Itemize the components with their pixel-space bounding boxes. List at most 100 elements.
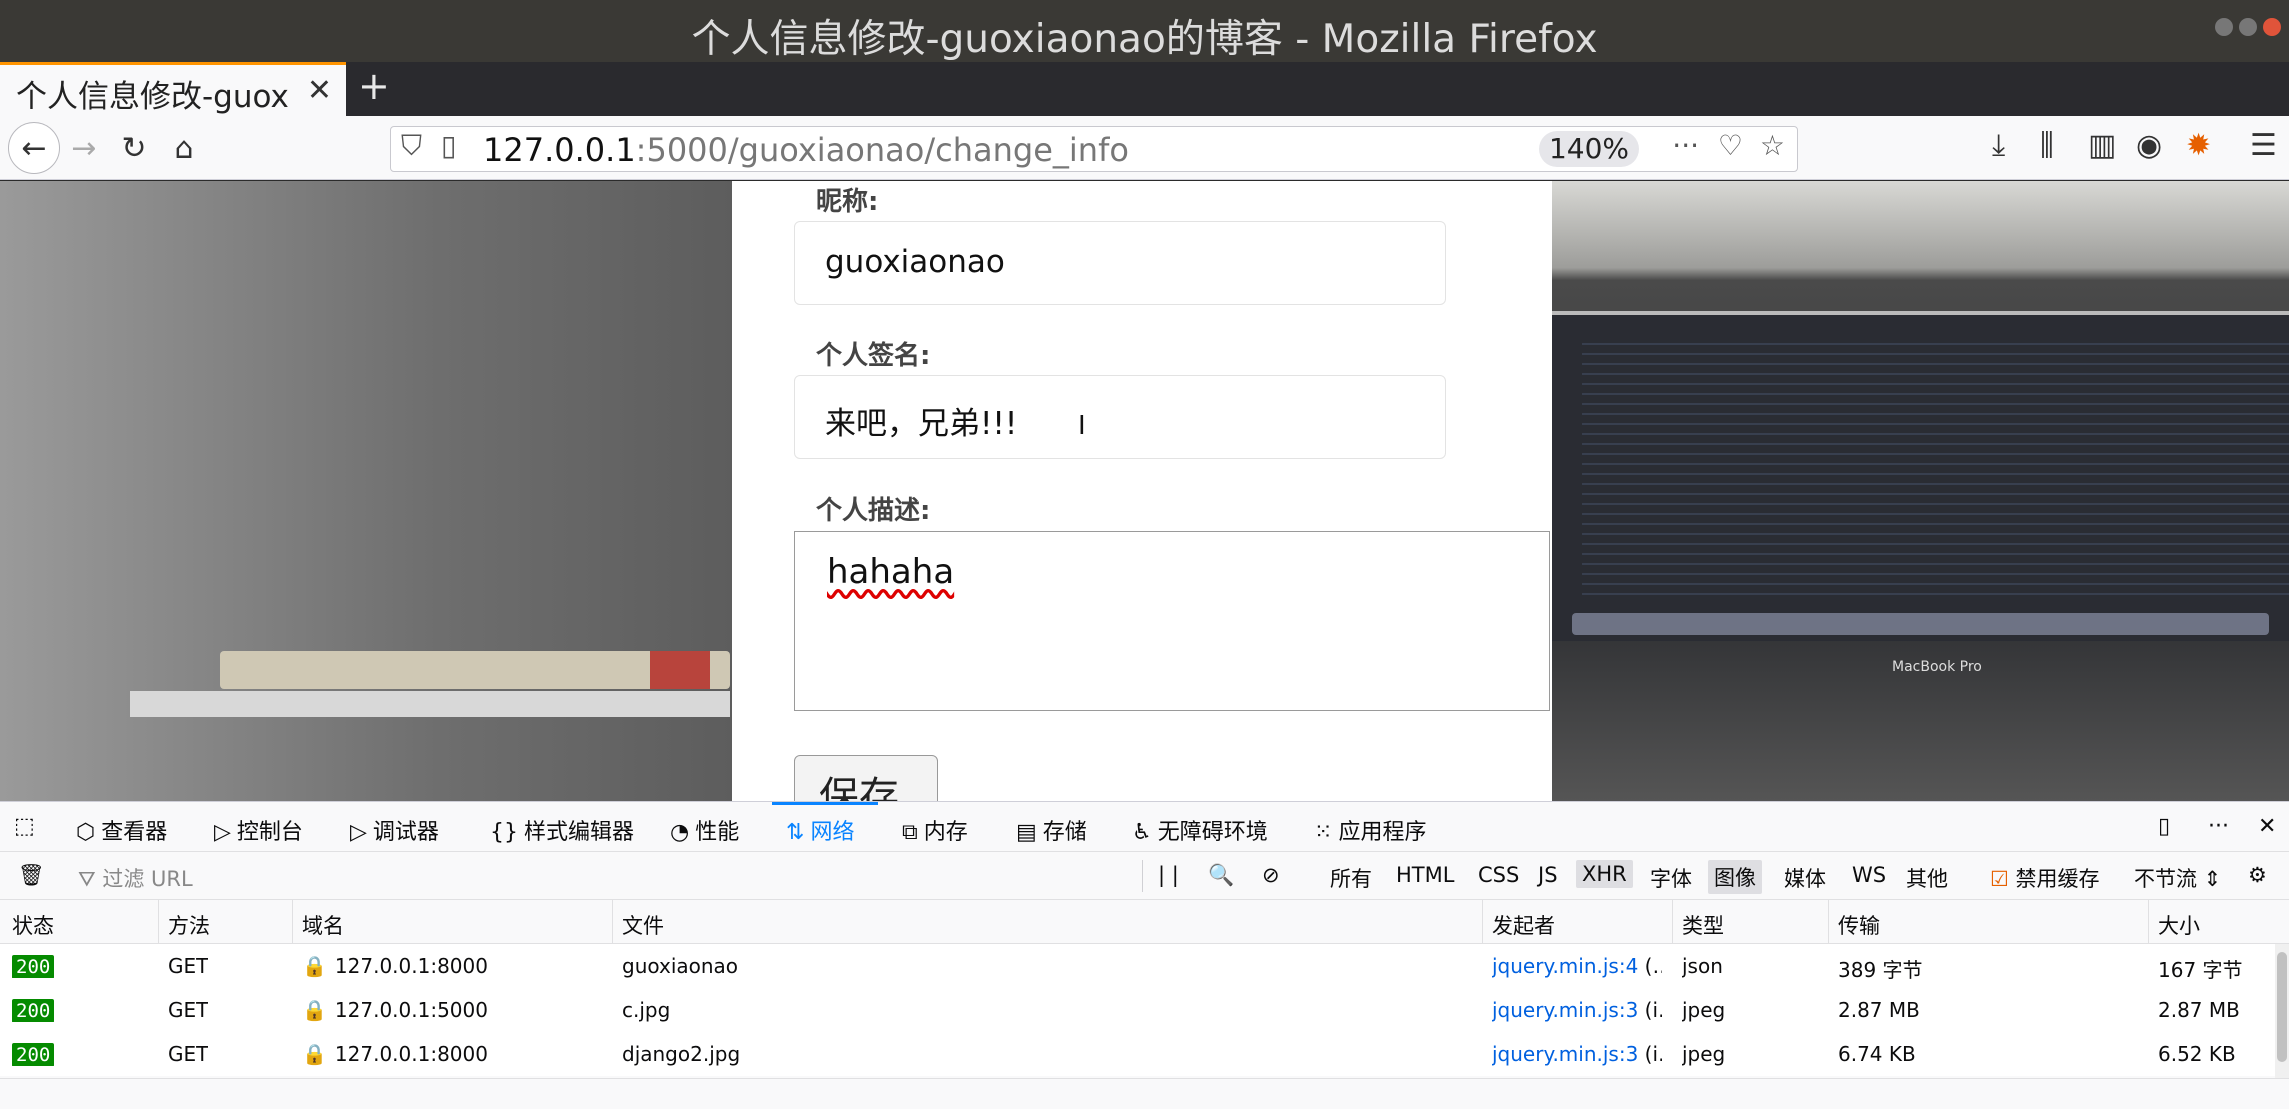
- filter-js[interactable]: JS: [1538, 863, 1558, 887]
- network-scrollbar-thumb[interactable]: [2277, 952, 2287, 1062]
- signature-input[interactable]: 来吧，兄弟!!!: [794, 375, 1446, 459]
- tab-application[interactable]: ⁙ 应用程序: [1314, 814, 1426, 846]
- navigation-toolbar: ← → ↻ ⌂ ⛉ ▯ 127.0.0.1:5000/guoxiaonao/ch…: [0, 116, 2289, 180]
- back-button[interactable]: ←: [8, 122, 60, 174]
- home-button[interactable]: ⌂: [158, 122, 210, 174]
- nickname-input[interactable]: guoxiaonao: [794, 221, 1446, 305]
- filter-media[interactable]: 媒体: [1784, 863, 1826, 893]
- transfer-cell: 6.74 KB: [1838, 1042, 1916, 1066]
- network-row[interactable]: 200 GET 🔒 127.0.0.1:5000 c.jpg jquery.min…: [0, 988, 2289, 1032]
- responsive-mode-icon[interactable]: ▯: [2158, 814, 2170, 839]
- sidebar-icon[interactable]: ▥: [2088, 128, 2116, 163]
- tab-close-icon[interactable]: ✕: [307, 73, 332, 108]
- laptop-image: MacBook Pro: [1552, 311, 2289, 675]
- size-cell: 6.52 KB: [2158, 1042, 2236, 1066]
- braces-icon: {}: [490, 820, 518, 845]
- arrow-left-icon: ←: [21, 130, 47, 166]
- laptop-brand-text: MacBook Pro: [1892, 659, 1982, 675]
- status-badge: 200: [12, 1043, 55, 1066]
- nickname-label: 昵称:: [816, 187, 879, 217]
- filter-url-input[interactable]: ⛛ 过滤 URL: [78, 863, 193, 893]
- method-cell: GET: [168, 1042, 209, 1066]
- filter-html[interactable]: HTML: [1396, 863, 1454, 887]
- network-row[interactable]: 200 GET 🔒 127.0.0.1:8000 django2.jpg jque…: [0, 1032, 2289, 1076]
- new-tab-button[interactable]: +: [358, 64, 390, 108]
- shield-icon[interactable]: ⛉: [401, 129, 422, 163]
- extension-icon[interactable]: ✹: [2186, 128, 2211, 163]
- filter-images[interactable]: 图像: [1708, 860, 1762, 894]
- page-icon[interactable]: ▯: [441, 129, 456, 162]
- method-cell: GET: [168, 998, 209, 1022]
- library-icon[interactable]: ⫼: [2040, 128, 2054, 163]
- filter-all[interactable]: 所有: [1330, 863, 1372, 893]
- trash-icon[interactable]: 🗑: [18, 863, 45, 888]
- tab-memory[interactable]: ⧉ 内存: [902, 814, 968, 846]
- tab-accessibility[interactable]: ♿ 无障碍环境: [1132, 814, 1268, 846]
- zoom-indicator[interactable]: 140%: [1539, 131, 1639, 167]
- inspector-icon: ⬡: [76, 820, 96, 845]
- tab-storage[interactable]: ▤ 存储: [1016, 814, 1087, 846]
- tab-console[interactable]: ▷ 控制台: [214, 814, 303, 846]
- col-type[interactable]: 类型: [1682, 910, 1724, 940]
- col-method[interactable]: 方法: [168, 910, 210, 940]
- change-info-form: 昵称: guoxiaonao 个人签名: 来吧，兄弟!!! Ⅰ 个人描述: ha…: [732, 181, 1552, 801]
- disable-cache-checkbox[interactable]: ☑ 禁用缓存: [1990, 863, 2100, 893]
- lock-icon: 🔒: [302, 1042, 327, 1066]
- url-bar[interactable]: ⛉ ▯ 127.0.0.1:5000/guoxiaonao/change_inf…: [390, 126, 1798, 172]
- network-status-bar: [0, 1078, 2289, 1109]
- debugger-icon: ▷: [350, 820, 367, 845]
- col-status[interactable]: 状态: [12, 910, 54, 940]
- tab-inspector[interactable]: ⬡ 查看器: [76, 814, 167, 846]
- search-icon[interactable]: 🔍: [1208, 863, 1234, 888]
- element-picker-icon[interactable]: ⬚: [14, 814, 35, 839]
- arrow-right-icon: →: [71, 130, 97, 166]
- col-domain[interactable]: 域名: [302, 910, 344, 940]
- col-file[interactable]: 文件: [622, 910, 664, 940]
- col-size[interactable]: 大小: [2158, 910, 2200, 940]
- tab-network[interactable]: ⇅ 网络: [786, 814, 854, 846]
- window-titlebar: 个人信息修改-guoxiaonao的博客 - Mozilla Firefox: [0, 0, 2289, 62]
- description-textarea[interactable]: hahaha: [794, 531, 1550, 711]
- save-button[interactable]: 保存: [794, 755, 938, 801]
- page-content: MacBook Pro 昵称: guoxiaonao 个人签名: 来吧，兄弟!!…: [0, 181, 2289, 801]
- filter-other[interactable]: 其他: [1906, 863, 1948, 893]
- forward-button[interactable]: →: [58, 122, 110, 174]
- star-icon[interactable]: ☆: [1760, 129, 1785, 162]
- tab-performance[interactable]: ◔ 性能: [670, 814, 739, 846]
- block-icon[interactable]: ⊘: [1262, 863, 1280, 887]
- pocket-icon[interactable]: ♡: [1718, 129, 1743, 162]
- minimize-button[interactable]: [2215, 18, 2233, 36]
- network-arrows-icon: ⇅: [786, 820, 805, 845]
- method-cell: GET: [168, 954, 209, 978]
- browser-tab-active[interactable]: 个人信息修改-guox ✕: [0, 62, 346, 116]
- devtools-more-icon[interactable]: ···: [2208, 814, 2229, 839]
- close-window-button[interactable]: [2263, 18, 2281, 36]
- reload-icon: ↻: [121, 130, 147, 166]
- throttling-select[interactable]: 不节流 ⇕: [2134, 863, 2221, 893]
- filter-ws[interactable]: WS: [1852, 863, 1886, 887]
- home-icon: ⌂: [174, 130, 194, 166]
- url-text[interactable]: 127.0.0.1:5000/guoxiaonao/change_info: [483, 131, 1129, 169]
- settings-gear-icon[interactable]: ⚙: [2248, 863, 2267, 887]
- filter-xhr[interactable]: XHR: [1576, 860, 1633, 888]
- pause-button[interactable]: | |: [1158, 863, 1179, 887]
- maximize-button[interactable]: [2239, 18, 2257, 36]
- filter-css[interactable]: CSS: [1478, 863, 1519, 887]
- col-initiator[interactable]: 发起者: [1492, 910, 1555, 940]
- tab-debugger[interactable]: ▷ 调试器: [350, 814, 439, 846]
- url-host: 127.0.0.1: [483, 131, 636, 169]
- initiator-cell[interactable]: jquery.min.js:3 (i…: [1492, 998, 1662, 1022]
- initiator-cell[interactable]: jquery.min.js:3 (i…: [1492, 1042, 1662, 1066]
- devtools-close-icon[interactable]: ✕: [2258, 814, 2276, 839]
- network-row[interactable]: 200 GET 🔒 127.0.0.1:8000 guoxiaonao jquer…: [0, 944, 2289, 988]
- account-icon[interactable]: ◉: [2136, 128, 2162, 163]
- domain-cell: 🔒 127.0.0.1:8000: [302, 954, 488, 978]
- col-transfer[interactable]: 传输: [1838, 910, 1880, 940]
- hamburger-menu-icon[interactable]: ☰: [2250, 128, 2277, 163]
- tab-style-editor[interactable]: {} 样式编辑器: [490, 814, 634, 846]
- reload-button[interactable]: ↻: [108, 122, 160, 174]
- more-icon[interactable]: ···: [1672, 129, 1699, 162]
- filter-fonts[interactable]: 字体: [1650, 863, 1692, 893]
- download-icon[interactable]: ⤓: [1992, 128, 2005, 163]
- initiator-cell[interactable]: jquery.min.js:4 (…: [1492, 954, 1662, 978]
